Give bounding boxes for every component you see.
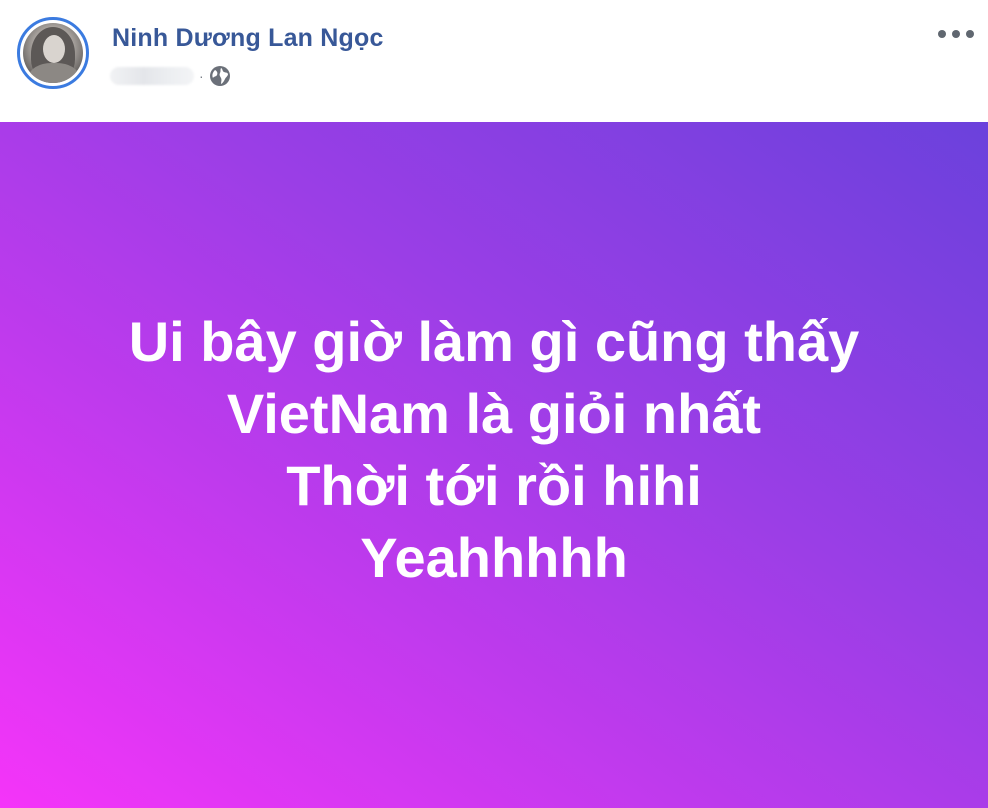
avatar-body-shape <box>29 63 79 83</box>
meta-separator: · <box>199 68 204 84</box>
more-dot <box>966 30 974 38</box>
more-dot <box>952 30 960 38</box>
globe-icon[interactable] <box>209 65 231 87</box>
post-meta: · <box>110 64 231 88</box>
timestamp-blurred[interactable] <box>110 67 194 85</box>
status-background-banner: Ui bây giờ làm gì cũng thấy VietNam là g… <box>0 122 988 808</box>
status-text: Ui bây giờ làm gì cũng thấy VietNam là g… <box>129 306 860 594</box>
more-dot <box>938 30 946 38</box>
avatar-photo <box>23 23 83 83</box>
post-header: Ninh Dương Lan Ngọc · <box>0 0 988 122</box>
status-line: Ui bây giờ làm gì cũng thấy <box>128 310 860 373</box>
author-avatar[interactable] <box>17 17 89 89</box>
status-line: Thời tới rồi hihi <box>286 454 702 517</box>
author-name-link[interactable]: Ninh Dương Lan Ngọc <box>112 24 384 53</box>
more-options-icon[interactable] <box>938 24 974 44</box>
status-line: VietNam là giỏi nhất <box>226 382 762 445</box>
status-line: Yeahhhhh <box>360 526 628 589</box>
avatar-face-shape <box>43 35 65 63</box>
facebook-post: Ninh Dương Lan Ngọc · Ui bây giờ làm gì … <box>0 0 988 808</box>
